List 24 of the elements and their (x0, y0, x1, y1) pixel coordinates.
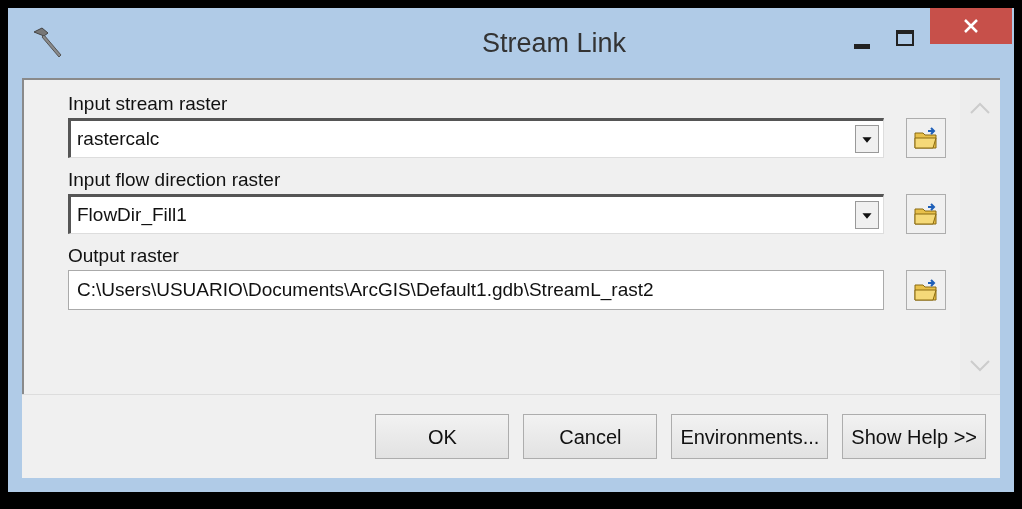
minimize-icon[interactable] (854, 44, 870, 50)
close-button[interactable] (930, 8, 1012, 44)
folder-icon (913, 278, 939, 302)
window-title: Stream Link (481, 26, 627, 60)
dialog-button[interactable]: OK (375, 414, 510, 459)
dialog-button[interactable]: Cancel (523, 414, 658, 459)
dialog-button[interactable]: Environments... (671, 414, 829, 459)
browse-folder-button[interactable] (906, 270, 946, 310)
dropdown-field[interactable]: rastercalc (68, 118, 884, 158)
parameter-label: Output raster (68, 244, 180, 268)
maximize-icon[interactable] (896, 30, 914, 46)
browse-folder-button[interactable] (906, 194, 946, 234)
folder-icon (913, 202, 939, 226)
browse-folder-button[interactable] (906, 118, 946, 158)
field-value: FlowDir_Fill1 (76, 202, 188, 228)
field-value: rastercalc (76, 126, 161, 151)
folder-icon (913, 126, 939, 150)
close-icon (964, 19, 978, 33)
text-field[interactable]: C:\Users\USUARIO\Documents\ArcGIS\Default1.gdb\StreamL_rast2 (68, 270, 884, 310)
dropdown-field[interactable]: FlowDir_Fill1 (68, 194, 884, 234)
dialog-button[interactable]: Show Help >> (842, 414, 986, 459)
parameter-label: Input stream raster (68, 92, 229, 116)
field-value: C:\Users\USUARIO\Documents\ArcGIS\Default1.gdb\StreamL_rast2 (76, 277, 654, 303)
parameter-label: Input flow direction raster (68, 168, 282, 192)
